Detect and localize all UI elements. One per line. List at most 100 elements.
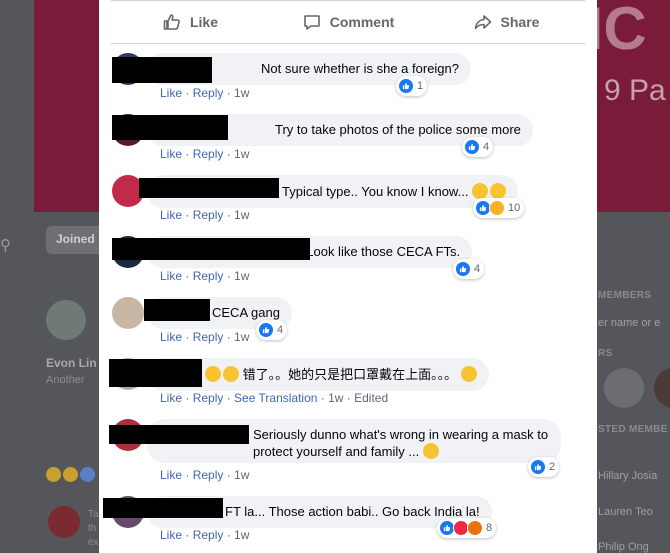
comment-icon <box>303 15 320 30</box>
member-name[interactable]: Lauren Teo <box>598 506 653 518</box>
see-translation-link[interactable]: See Translation <box>234 391 317 405</box>
like-button[interactable]: Like <box>111 1 269 43</box>
comment-timestamp[interactable]: 1w <box>234 468 249 482</box>
laughing-emoji-icon <box>223 366 239 382</box>
post-reactions <box>46 467 106 483</box>
redaction <box>144 299 210 321</box>
redaction <box>109 359 202 387</box>
comment-meta: Like · Reply · 1w <box>160 208 250 222</box>
comment-like-link[interactable]: Like <box>160 208 182 222</box>
comment-text: FT la... Those action babi.. Go back Ind… <box>225 504 480 519</box>
share-button-label: Share <box>500 14 540 30</box>
reaction-summary[interactable]: 8 <box>437 518 497 538</box>
joined-button[interactable]: Joined <box>46 226 104 254</box>
comment-like-link[interactable]: Like <box>160 330 182 344</box>
sunglasses-emoji-icon <box>460 366 477 382</box>
comment-text: Look like those CECA FTs. <box>306 244 461 259</box>
like-reaction-icon <box>530 459 546 475</box>
laughing-emoji-icon <box>472 183 489 199</box>
redaction <box>109 425 249 444</box>
post-action-bar: Like Comment Share <box>111 0 585 44</box>
like-reaction-icon <box>464 139 480 155</box>
comment-text: 错了。。她的只是把口罩戴在上面。。。 <box>242 367 458 382</box>
like-reaction-icon <box>455 261 471 277</box>
comment-timestamp[interactable]: 1w <box>234 330 249 344</box>
profile-name: Evon Lin <box>46 356 97 370</box>
reaction-summary[interactable]: 2 <box>528 457 560 477</box>
comment-reply-link[interactable]: Reply <box>193 86 224 100</box>
reaction-count: 4 <box>483 141 490 153</box>
comment-meta: Like · Reply · See Translation · 1w · Ed… <box>160 391 389 405</box>
comment-text: Try to take photos of the police some mo… <box>275 122 521 137</box>
comment-reply-link[interactable]: Reply <box>193 468 224 482</box>
angry-reaction-icon <box>467 520 483 536</box>
haha-reaction-icon <box>489 200 505 216</box>
reaction-count: 1 <box>417 80 424 92</box>
avatar[interactable] <box>112 297 144 329</box>
avatar[interactable] <box>604 368 644 408</box>
laughing-emoji-icon <box>490 183 507 199</box>
share-button[interactable]: Share <box>427 1 585 43</box>
comment-meta: Like · Reply · 1w <box>160 86 250 100</box>
comment-reply-link[interactable]: Reply <box>193 269 224 283</box>
redaction <box>112 238 310 260</box>
comment-button[interactable]: Comment <box>269 1 427 43</box>
comment-timestamp[interactable]: 1w <box>234 86 249 100</box>
comment-timestamp[interactable]: 1w <box>234 147 249 161</box>
comment-button-label: Comment <box>329 14 395 30</box>
comment-timestamp[interactable]: 1w <box>234 208 249 222</box>
comment-reply-link[interactable]: Reply <box>193 330 224 344</box>
share-icon <box>474 15 491 30</box>
member-search-input[interactable]: er name or e <box>598 317 660 329</box>
comment-timestamp[interactable]: 1w <box>234 269 249 283</box>
comment-text: Typical type.. You know I know... <box>282 184 469 199</box>
reaction-summary[interactable]: 4 <box>453 259 485 279</box>
comment-reply-link[interactable]: Reply <box>193 208 224 222</box>
reaction-summary[interactable]: 10 <box>473 198 525 218</box>
reaction-summary[interactable]: 4 <box>256 320 288 340</box>
friends-title: RS <box>598 348 613 359</box>
reaction-summary[interactable]: 4 <box>462 137 494 157</box>
comment-like-link[interactable]: Like <box>160 269 182 283</box>
comment-reply-link[interactable]: Reply <box>193 391 224 405</box>
comment-text: Seriously dunno what's wrong in wearing … <box>253 427 549 459</box>
comment-meta: Like · Reply · 1w <box>160 528 250 542</box>
comment-meta: Like · Reply · 1w <box>160 330 250 344</box>
thumbs-up-icon <box>163 14 180 30</box>
sad-emoji-icon <box>422 443 439 459</box>
comment-text: CECA gang <box>212 305 280 320</box>
comment-reply-link[interactable]: Reply <box>193 528 224 542</box>
comment-like-link[interactable]: Like <box>160 147 182 161</box>
reaction-count: 2 <box>549 461 556 473</box>
like-button-label: Like <box>189 14 218 30</box>
comment-reply-link[interactable]: Reply <box>193 147 224 161</box>
comment-like-link[interactable]: Like <box>160 528 182 542</box>
member-name[interactable]: Philip Ong <box>598 541 649 553</box>
comment-like-link[interactable]: Like <box>160 468 182 482</box>
redaction <box>139 178 279 198</box>
like-reaction-icon <box>258 322 274 338</box>
reaction-count: 4 <box>277 324 284 336</box>
post-modal: Like Comment Share Not sure whether is s… <box>99 0 597 553</box>
avatar <box>48 506 80 538</box>
member-name[interactable]: Hillary Josia <box>598 470 657 482</box>
edited-label[interactable]: Edited <box>354 391 388 405</box>
reaction-summary[interactable]: 1 <box>396 76 428 96</box>
like-reaction-icon <box>398 78 414 94</box>
suggested-members-title: STED MEMBE <box>598 424 668 435</box>
comment-meta: Like · Reply · 1w <box>160 468 250 482</box>
comment-like-link[interactable]: Like <box>160 86 182 100</box>
laughing-emoji-icon <box>205 366 221 382</box>
comment-timestamp[interactable]: 1w <box>328 391 343 405</box>
reaction-count: 4 <box>474 263 481 275</box>
profile-subtext: Another <box>46 374 85 386</box>
avatar[interactable] <box>654 368 670 408</box>
redaction <box>112 115 228 140</box>
redaction <box>103 498 223 518</box>
redaction <box>112 57 212 83</box>
comment-like-link[interactable]: Like <box>160 391 182 405</box>
members-title: MEMBERS <box>598 290 652 301</box>
comment-timestamp[interactable]: 1w <box>234 528 249 542</box>
avatar <box>46 300 86 340</box>
comment-meta: Like · Reply · 1w <box>160 269 250 283</box>
